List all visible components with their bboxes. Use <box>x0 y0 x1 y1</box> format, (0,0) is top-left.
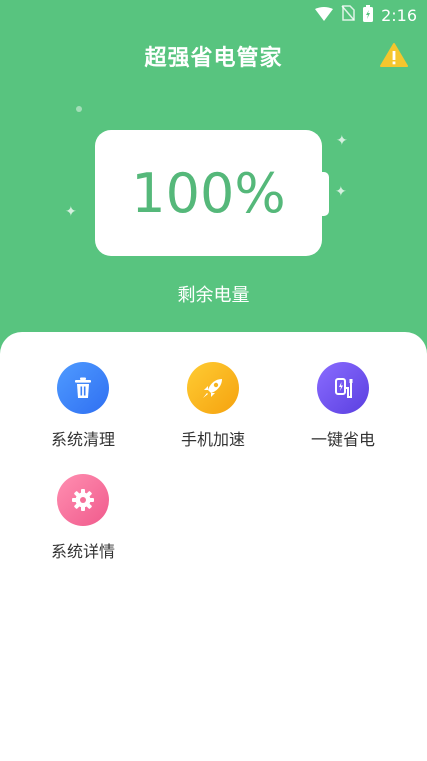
feature-sheet: 系统清理 手机加速 一键省电 系统详情 <box>0 332 427 761</box>
rocket-icon <box>187 362 239 414</box>
wifi-icon <box>315 6 334 25</box>
warning-icon[interactable] <box>380 42 408 68</box>
status-bar: 2:16 <box>315 4 417 26</box>
trash-icon <box>57 362 109 414</box>
battery-terminal <box>321 172 329 216</box>
sparkle-icon: ✦ <box>335 184 347 200</box>
feature-label: 手机加速 <box>180 430 245 449</box>
status-time: 2:16 <box>381 5 417 25</box>
feature-one-key-save[interactable]: 一键省电 <box>283 362 403 472</box>
feature-system-details[interactable]: 系统详情 <box>23 474 143 584</box>
feature-system-clean[interactable]: 系统清理 <box>23 362 143 472</box>
battery-percent: 100% <box>131 161 286 225</box>
feature-label: 系统详情 <box>50 542 115 561</box>
header-panel: 2:16 超强省电管家 ✦ ✦ ✦ 100% 剩余电量 <box>0 0 427 360</box>
feature-label: 一键省电 <box>310 430 375 449</box>
app-title: 超强省电管家 <box>144 46 283 71</box>
gear-icon <box>57 474 109 526</box>
battery-card: 100% <box>95 130 322 256</box>
plug-icon <box>317 362 369 414</box>
feature-phone-boost[interactable]: 手机加速 <box>153 362 273 472</box>
battery-charging-icon <box>363 4 374 26</box>
remaining-battery-label: 剩余电量 <box>177 285 250 306</box>
feature-label: 系统清理 <box>50 430 115 449</box>
decor-dot <box>76 106 82 112</box>
sparkle-icon: ✦ <box>336 133 348 149</box>
no-sim-icon <box>341 5 355 25</box>
sparkle-icon: ✦ <box>65 204 77 220</box>
